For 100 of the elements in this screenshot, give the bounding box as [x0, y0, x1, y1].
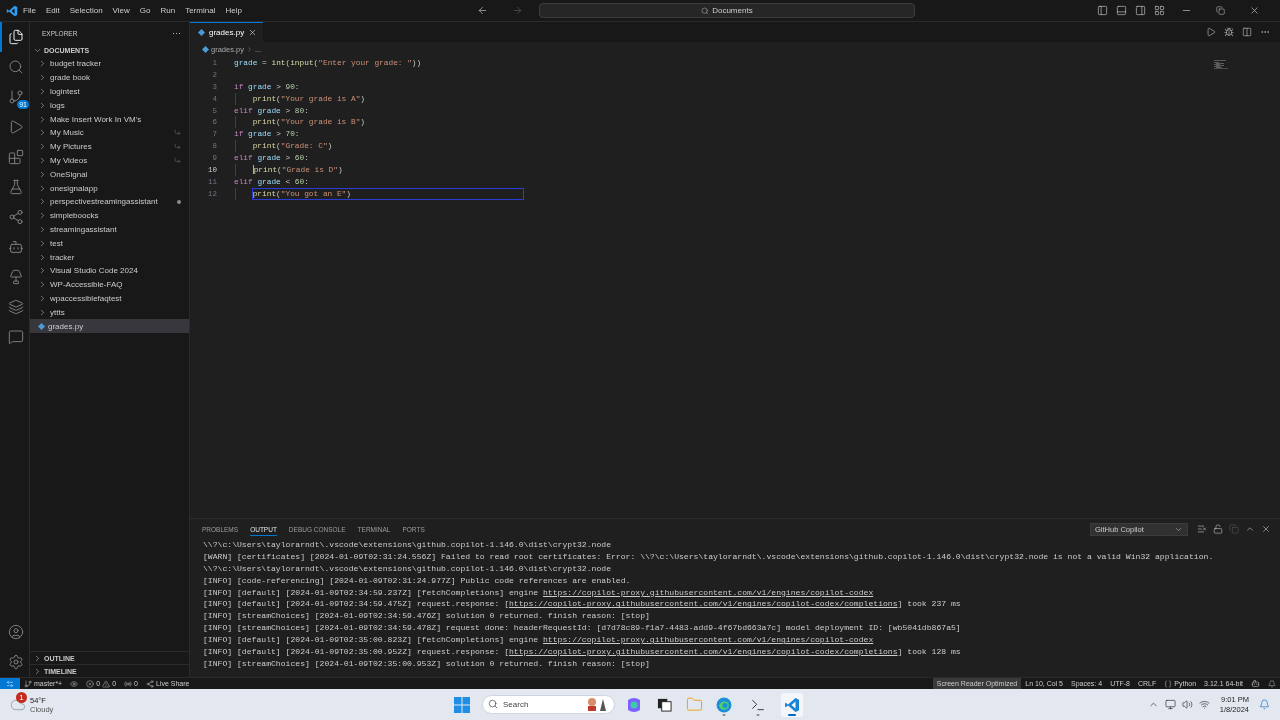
folder-icon — [685, 696, 703, 713]
output-link[interactable]: https://copilot-proxy.githubusercontent.com/v1/engines/copilot-codex — [543, 587, 874, 597]
menu-item[interactable]: Go — [134, 6, 156, 15]
output-link[interactable]: https://copilot-proxy.githubusercontent.com/v1/engines/copilot-codex/completions — [509, 599, 898, 609]
list-clear-icon — [1197, 524, 1207, 534]
search-icon — [488, 699, 498, 709]
restore-icon — [1216, 6, 1225, 15]
explorer-folder[interactable]: Visual Studio Code 2024 — [30, 263, 189, 278]
explorer-folder[interactable]: OneSignal — [30, 167, 189, 182]
output-link[interactable]: https://copilot-proxy.githubusercontent.com/v1/engines/copilot-codex — [543, 635, 874, 645]
output-line: [INFO] [streamChoices] [2024-01-09T02:34:59.476Z] solution 0 returned. finish reason: [stop] — [203, 610, 651, 623]
output-line: [INFO] [default] [2024-01-09T02:35:00.952Z] request.response: [https://copilot-proxy.githubusercontent.com/v1/engines/copilot-codex/completions] took 128 ms — [203, 646, 962, 658]
share-icon — [8, 209, 24, 225]
chevron-right-icon — [245, 45, 253, 53]
chat-icon — [8, 329, 24, 345]
copy-icon — [1229, 524, 1239, 534]
unlocked-icon — [1213, 524, 1223, 534]
file-icon — [202, 45, 209, 53]
menu-item[interactable]: Run — [155, 6, 181, 15]
explorer-folder[interactable]: wpaccessiblefaqtest — [30, 291, 189, 306]
search-icon — [8, 59, 24, 75]
user-icon — [8, 624, 24, 640]
close-icon — [1261, 524, 1271, 534]
code-editor-icon — [784, 696, 800, 713]
layers-icon — [8, 299, 24, 315]
output-line: [INFO] [default] [2024-01-09T02:35:00.823Z] [fetchCompletions] engine https://copilot-proxy.githubusercontent.com/v1/engines/copilot-codex — [203, 634, 875, 646]
wifi-icon — [1198, 699, 1210, 710]
explorer-folder[interactable]: My Music — [30, 126, 189, 140]
split-icon — [1242, 27, 1252, 37]
arrow-left-icon — [476, 5, 488, 16]
explorer-folder[interactable]: WP-Accessible-FAQ — [30, 277, 189, 292]
share-icon — [145, 679, 154, 688]
output-link[interactable]: https://copilot-proxy.githubusercontent.com/v1/engines/copilot-codex/completions — [509, 647, 898, 656]
file-icon — [198, 29, 205, 36]
minimap-drawing — [1214, 60, 1228, 69]
remote-button[interactable] — [0, 677, 20, 690]
output-line: [WARN] [certificates] [2024-01-09T02:31:24.556Z] Failed to read root certificates: Error: \\?\c:\Users\taylorarndt\.vscode\extensions\github.copilot-1.146.0\dist\crypt32.node is not a valid Win32 application. — [203, 550, 1215, 563]
output-line: [INFO] [default] [2024-01-09T02:34:59.237Z] [fetchCompletions] engine https://copilot-proxy.githubusercontent.com/v1/engines/copilot-codex — [203, 586, 875, 599]
bot-icon — [8, 239, 24, 255]
arrow-right-icon — [511, 5, 523, 16]
notification-badge: 1 — [16, 691, 27, 703]
chevron-up-icon — [1245, 524, 1255, 534]
output-line: \\?\c:\Users\taylorarndt\.vscode\extensions\github.copilot-1.146.0\dist\crypt32.node — [203, 562, 612, 575]
play-icon — [8, 119, 24, 135]
windows-logo-icon — [454, 696, 470, 713]
explorer-folder[interactable]: grade book — [30, 70, 189, 85]
bell-icon — [1259, 699, 1270, 710]
error-icon — [86, 679, 95, 688]
lamp-icon — [8, 269, 24, 285]
task-view-icon — [656, 697, 672, 712]
menu-item[interactable]: Edit — [40, 6, 65, 15]
explorer-folder[interactable]: perspectivestreamingassistant — [30, 194, 189, 209]
explorer-folder[interactable]: My Pictures — [30, 139, 189, 154]
bot-icon — [1251, 679, 1260, 688]
explorer-folder[interactable]: Make Insert Work In VM's — [30, 112, 189, 126]
panel-bottom-icon — [1116, 5, 1127, 16]
colorful-app-icon — [626, 696, 642, 713]
explorer-folder[interactable]: logintest — [30, 84, 189, 99]
files-icon — [8, 29, 24, 45]
monitor-icon — [1164, 699, 1176, 710]
output-line: \\?\c:\Users\taylorarndt\.vscode\extensions\github.copilot-1.146.0\dist\crypt32.node — [203, 539, 612, 551]
flask-icon — [8, 179, 24, 195]
explorer-folder[interactable]: streamingassistant — [30, 222, 189, 237]
explorer-folder[interactable]: tracker — [30, 250, 189, 264]
bell-icon — [1268, 679, 1276, 688]
explorer-folder[interactable]: yttts — [30, 305, 189, 320]
arrows-icon — [6, 679, 14, 688]
app-logo-icon — [6, 4, 18, 17]
search-field[interactable]: Search — [482, 695, 615, 714]
explorer-folder[interactable]: simpleboocks — [30, 208, 189, 223]
menu-item[interactable]: View — [107, 6, 135, 15]
explorer-folder[interactable]: onesignalapp — [30, 181, 189, 195]
explorer-folder[interactable]: My Videos — [30, 153, 189, 168]
explorer-folder[interactable]: logs — [30, 98, 189, 113]
menu-item[interactable]: File — [18, 6, 41, 15]
arrow-icon — [174, 156, 181, 164]
menu-item[interactable]: Terminal — [180, 6, 221, 15]
bug-icon — [1224, 27, 1234, 37]
command-center[interactable]: Documents — [538, 3, 915, 18]
editor-tab[interactable]: grades.py — [190, 22, 264, 42]
panel-right-icon — [1135, 5, 1146, 16]
close-icon — [248, 28, 258, 37]
browser-icon — [716, 696, 732, 713]
settings-icon — [8, 654, 24, 670]
braces-icon — [1164, 679, 1173, 688]
arrow-icon — [174, 129, 181, 137]
branch-icon — [24, 679, 32, 688]
explorer-folder[interactable]: budget tracker — [30, 57, 189, 71]
play-icon — [1206, 27, 1216, 37]
file-icon — [38, 322, 45, 330]
output-line: [INFO] [default] [2024-01-09T02:34:59.475Z] request.response: [https://copilot-proxy.githubusercontent.com/v1/engines/copilot-codex/completions] took 237 ms — [203, 598, 962, 611]
arrow-icon — [174, 143, 181, 151]
menu-item[interactable]: Help — [220, 6, 247, 15]
output-line: [INFO] [code-referencing] [2024-01-09T02:31:24.977Z] Public code references are enabled. — [203, 574, 632, 587]
explorer-folder[interactable]: test — [30, 236, 189, 251]
explorer-file[interactable]: grades.py — [30, 319, 189, 333]
panel-left-icon — [1097, 5, 1108, 16]
layout-icon — [1154, 5, 1165, 16]
more-button[interactable]: ··· — [172, 28, 181, 38]
menu-item[interactable]: Selection — [64, 6, 108, 15]
